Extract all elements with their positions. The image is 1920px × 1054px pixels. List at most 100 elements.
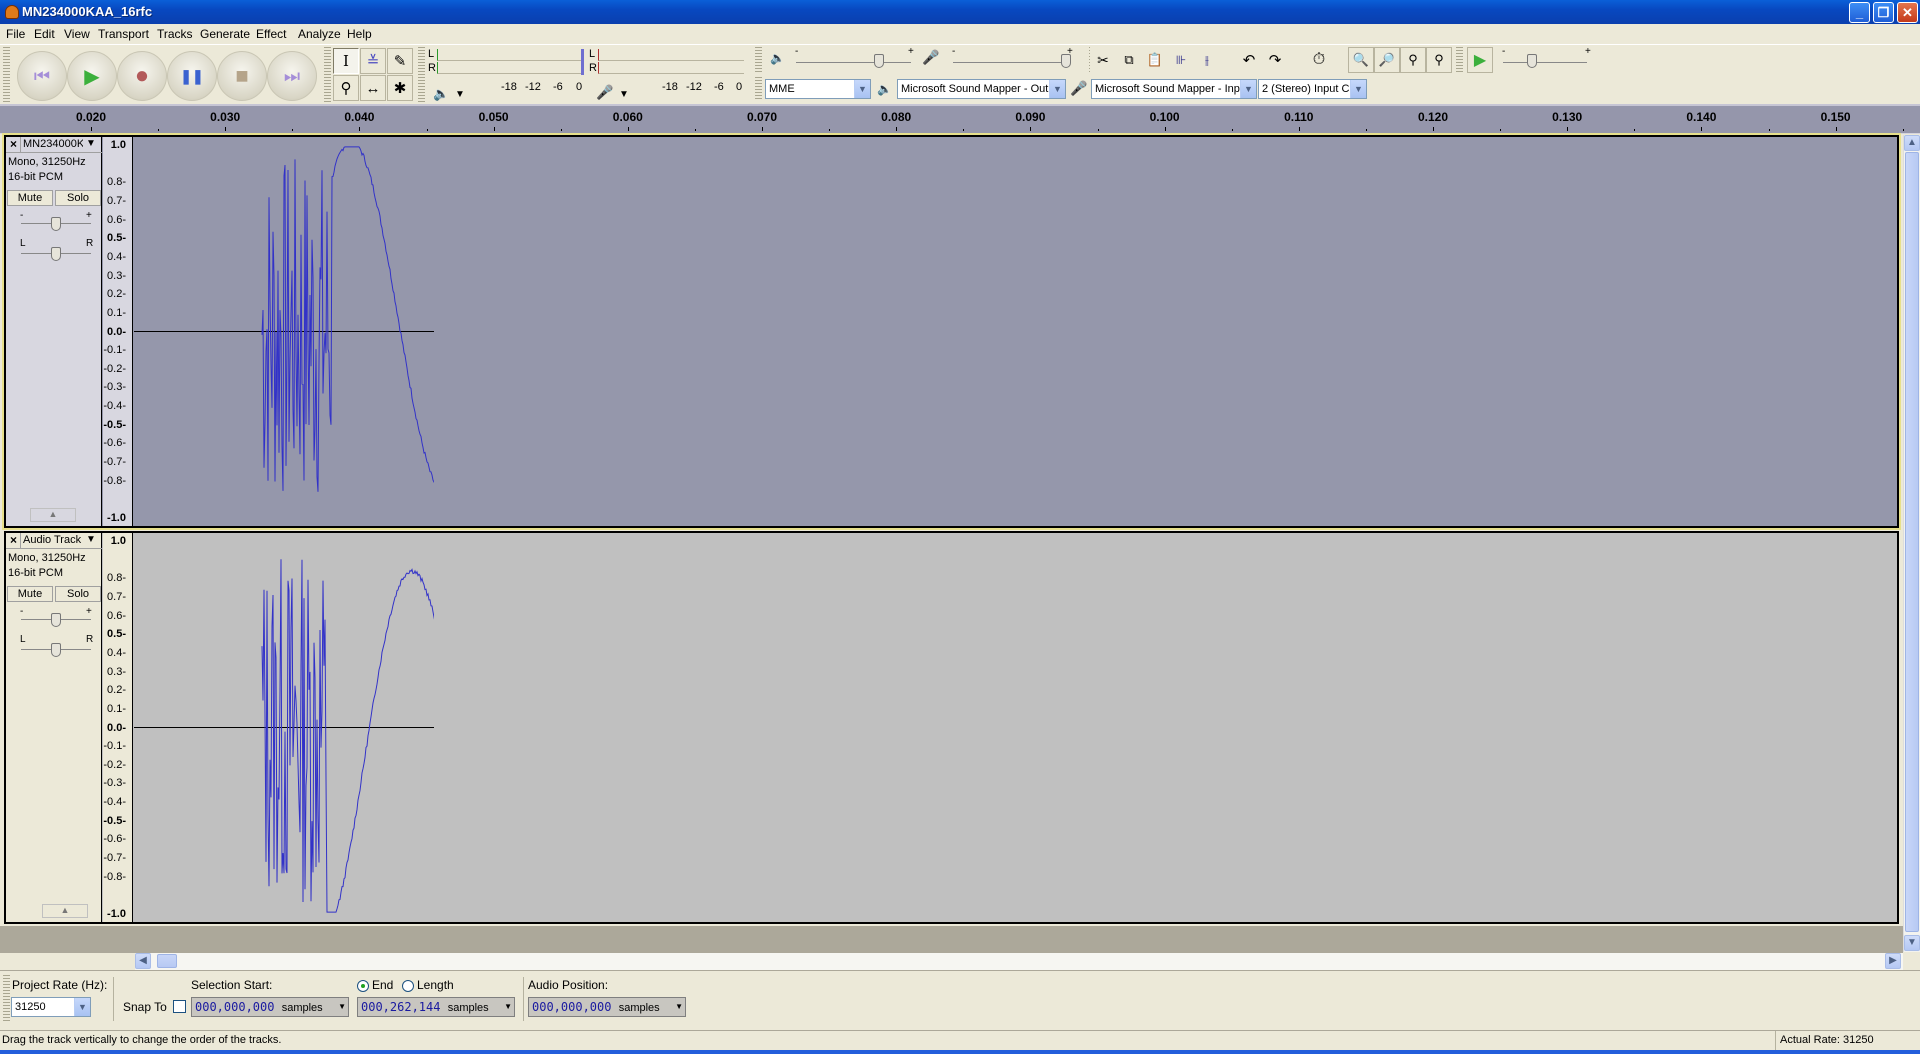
zoom-out-button[interactable]: 🔎 (1374, 47, 1400, 73)
selection-end-field[interactable]: 000,262,144 samples ▼ (357, 997, 515, 1017)
toolbar-grip[interactable] (418, 47, 425, 103)
input-channels-select[interactable]: 2 (Stereo) Input C ▼ (1258, 79, 1367, 99)
recording-meter-menu[interactable]: ▼ (619, 89, 629, 100)
stop-button[interactable]: ■ (217, 51, 267, 101)
time-shift-tool[interactable]: ↔ (360, 75, 386, 101)
draw-tool[interactable]: ✎ (387, 48, 413, 74)
length-radio[interactable] (402, 980, 414, 992)
skip-to-start-button[interactable]: ⏮ (17, 51, 67, 101)
fit-selection-button[interactable]: ⚲ (1400, 47, 1426, 73)
chevron-down-icon[interactable]: ▼ (504, 998, 512, 1016)
close-track-icon[interactable]: × (7, 137, 21, 152)
playback-meter-menu[interactable]: ▼ (455, 89, 465, 100)
pause-button[interactable]: ❚❚ (167, 51, 217, 101)
input-volume-slider[interactable] (953, 62, 1068, 63)
scroll-down-button[interactable]: ▼ (1904, 935, 1920, 951)
selection-start-field[interactable]: 000,000,000 samples ▼ (191, 997, 349, 1017)
paste-button[interactable]: 📋 (1142, 47, 1168, 73)
menu-view[interactable]: View (64, 27, 90, 41)
toolbar-grip[interactable] (3, 975, 10, 1023)
mute-button[interactable]: Mute (7, 586, 53, 602)
scale-label: -0.2- (103, 758, 126, 771)
menu-file[interactable]: File (6, 27, 25, 41)
audio-track[interactable]: × MN234000K ▼ Mono, 31250Hz 16-bit PCM M… (2, 133, 1901, 530)
vertical-scale[interactable]: 1.0 0.8- 0.7- 0.6- 0.5- 0.4- 0.3- 0.2- 0.1- 0.0- -… (103, 137, 133, 526)
waveform[interactable] (134, 533, 434, 922)
restore-button[interactable]: ❐ (1873, 2, 1894, 23)
scroll-left-button[interactable]: ◀ (135, 953, 151, 969)
zoom-tool[interactable]: ⚲ (333, 75, 359, 101)
chevron-down-icon[interactable]: ▼ (86, 534, 96, 545)
toolbar-grip[interactable] (755, 47, 762, 73)
fit-project-button[interactable]: ⚲ (1426, 47, 1452, 73)
selection-tool[interactable]: I (333, 48, 359, 74)
output-device-select[interactable]: Microsoft Sound Mapper - Outp ▼ (897, 79, 1066, 99)
close-button[interactable]: ✕ (1897, 2, 1918, 23)
gain-slider-thumb[interactable] (51, 217, 61, 231)
ruler-minor-tick (1231, 129, 1233, 131)
input-device-select[interactable]: Microsoft Sound Mapper - Inpu ▼ (1091, 79, 1257, 99)
play-button[interactable]: ▶ (67, 51, 117, 101)
chevron-down-icon[interactable]: ▼ (675, 998, 683, 1016)
playback-speed-slider[interactable] (1503, 62, 1587, 63)
envelope-tool[interactable]: ≚ (360, 48, 386, 74)
horizontal-scrollbar[interactable]: ◀ ▶ (135, 953, 1903, 970)
silence-button[interactable]: ⫲ (1194, 47, 1220, 73)
solo-button[interactable]: Solo (55, 586, 101, 602)
sync-lock-button[interactable]: ⏱ (1306, 47, 1332, 73)
timeline-ruler[interactable]: 0.020 0.030 0.040 0.050 0.060 0.070 0.080 0.090… (0, 104, 1920, 134)
scale-label: 0.3- (107, 665, 126, 678)
collapse-track-button[interactable]: ▲ (30, 508, 76, 522)
output-volume-slider[interactable] (796, 62, 911, 63)
menu-generate[interactable]: Generate (200, 27, 250, 41)
toolbar-grip[interactable] (3, 47, 10, 103)
mute-button[interactable]: Mute (7, 190, 53, 206)
solo-button[interactable]: Solo (55, 190, 101, 206)
audio-host-select[interactable]: MME ▼ (765, 79, 871, 99)
end-radio[interactable] (357, 980, 369, 992)
chevron-down-icon[interactable]: ▼ (338, 998, 346, 1016)
cut-button[interactable]: ✂ (1090, 47, 1116, 73)
menu-transport[interactable]: Transport (98, 27, 149, 41)
redo-button[interactable]: ↷ (1262, 47, 1288, 73)
vertical-scale[interactable]: 1.0 0.8- 0.7- 0.6- 0.5- 0.4- 0.3- 0.2- 0.1- 0.0- -… (103, 533, 133, 922)
menu-help[interactable]: Help (347, 27, 372, 41)
undo-button[interactable]: ↶ (1236, 47, 1262, 73)
output-volume-thumb[interactable] (873, 54, 884, 68)
toolbar-grip[interactable] (755, 77, 762, 101)
snap-to-checkbox[interactable] (173, 1000, 186, 1013)
scroll-right-button[interactable]: ▶ (1885, 953, 1901, 969)
project-rate-select[interactable]: 31250 ▼ (11, 997, 91, 1017)
copy-button[interactable]: ⧉ (1116, 47, 1142, 73)
close-track-icon[interactable]: × (7, 533, 21, 548)
vertical-scrollbar[interactable]: ▲ ▼ (1903, 135, 1920, 952)
pan-slider-thumb[interactable] (51, 643, 61, 657)
skip-to-end-button[interactable]: ⏭ (267, 51, 317, 101)
input-volume-thumb[interactable] (1060, 54, 1071, 68)
audio-position-field[interactable]: 000,000,000 samples ▼ (528, 997, 686, 1017)
minimize-button[interactable]: _ (1849, 2, 1870, 23)
toolbar-grip[interactable] (1456, 47, 1463, 73)
pan-slider-thumb[interactable] (51, 247, 61, 261)
play-at-speed-button[interactable]: ▶ (1467, 47, 1493, 73)
horizontal-scroll-thumb[interactable] (157, 954, 177, 968)
track-name-menu[interactable]: Audio Track (23, 534, 83, 546)
scroll-up-button[interactable]: ▲ (1904, 135, 1920, 151)
multi-tool[interactable]: ✱ (387, 75, 413, 101)
waveform[interactable] (134, 137, 434, 526)
collapse-track-button[interactable]: ▲ (42, 904, 88, 918)
menu-edit[interactable]: Edit (34, 27, 55, 41)
audio-track[interactable]: × Audio Track ▼ Mono, 31250Hz 16-bit PCM… (4, 531, 1899, 924)
trim-button[interactable]: ⊪ (1168, 47, 1194, 73)
vertical-scroll-thumb[interactable] (1905, 152, 1919, 932)
playback-speed-thumb[interactable] (1527, 54, 1538, 68)
menu-analyze[interactable]: Analyze (298, 27, 341, 41)
toolbar-grip[interactable] (324, 47, 331, 103)
menu-effect[interactable]: Effect (256, 27, 286, 41)
track-name-menu[interactable]: MN234000K (23, 138, 83, 150)
gain-slider-thumb[interactable] (51, 613, 61, 627)
chevron-down-icon[interactable]: ▼ (86, 138, 96, 149)
record-button[interactable]: ● (117, 51, 167, 101)
menu-tracks[interactable]: Tracks (157, 27, 193, 41)
zoom-in-button[interactable]: 🔍 (1348, 47, 1374, 73)
